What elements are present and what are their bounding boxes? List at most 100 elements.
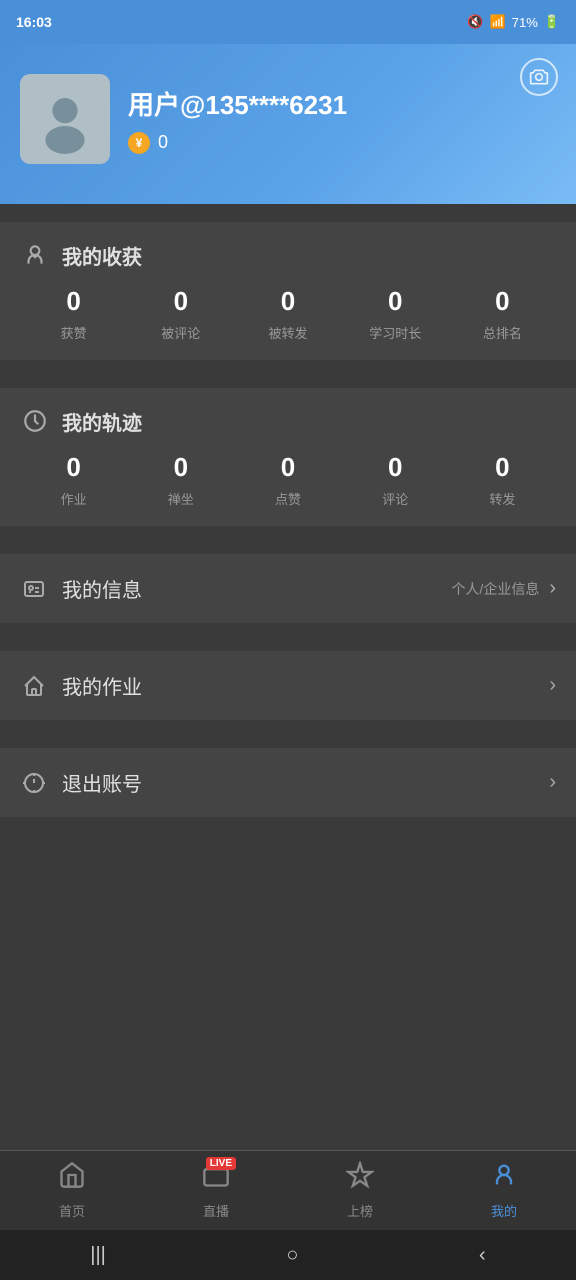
trail-homework: 0 作业: [20, 452, 127, 508]
stat-comments-value: 0: [127, 286, 234, 317]
my-info-card[interactable]: 我的信息 个人/企业信息 ›: [0, 554, 576, 623]
trail-meditation: 0 禅坐: [127, 452, 234, 508]
bottom-nav: 首页 LIVE 直播 上榜: [0, 1150, 576, 1230]
section-title-row-trail: 我的轨迹: [20, 406, 556, 436]
nav-item-home[interactable]: 首页: [0, 1153, 144, 1228]
nav-item-live[interactable]: LIVE 直播: [144, 1153, 288, 1228]
content-spacer: [0, 827, 576, 987]
logout-icon: [20, 769, 48, 797]
my-trail-title: 我的轨迹: [62, 407, 142, 436]
my-homework-chevron: ›: [549, 674, 556, 697]
my-info-item[interactable]: 我的信息 个人/企业信息 ›: [20, 574, 556, 603]
stat-comments-label: 被评论: [127, 323, 234, 342]
trail-meditation-label: 禅坐: [127, 489, 234, 508]
stat-rank: 0 总排名: [449, 286, 556, 342]
stat-rank-value: 0: [449, 286, 556, 317]
trail-meditation-value: 0: [127, 452, 234, 483]
trail-comments: 0 评论: [342, 452, 449, 508]
homework-icon: [20, 672, 48, 700]
avatar[interactable]: [20, 74, 110, 164]
my-trail-section: 我的轨迹 0 作业 0 禅坐 0 点赞 0 评论 0 转发: [0, 388, 576, 526]
my-info-right: 个人/企业信息 ›: [451, 577, 556, 600]
trail-likes-label: 点赞: [234, 489, 341, 508]
stat-reposts-value: 0: [234, 286, 341, 317]
trail-icon: [20, 406, 50, 436]
my-info-left: 我的信息: [20, 574, 142, 603]
gains-icon: [20, 240, 50, 270]
rank-icon: [346, 1165, 374, 1195]
mine-icon: [490, 1165, 518, 1195]
logout-item[interactable]: 退出账号 ›: [20, 768, 556, 797]
stat-rank-label: 总排名: [449, 323, 556, 342]
logout-left: 退出账号: [20, 768, 142, 797]
stat-likes-value: 0: [20, 286, 127, 317]
my-gains-section: 我的收获 0 获赞 0 被评论 0 被转发 0 学习时长 0 总排名: [0, 222, 576, 360]
stat-reposts-label: 被转发: [234, 323, 341, 342]
status-time: 16:03: [16, 14, 52, 30]
gains-stats-grid: 0 获赞 0 被评论 0 被转发 0 学习时长 0 总排名: [20, 286, 556, 342]
sys-menu-button[interactable]: |||: [90, 1244, 106, 1267]
profile-info: 用户@135****6231 ¥ 0: [128, 85, 556, 154]
stat-study-time: 0 学习时长: [342, 286, 449, 342]
camera-button[interactable]: [520, 58, 558, 96]
nav-item-rank[interactable]: 上榜: [288, 1153, 432, 1228]
my-homework-right: ›: [549, 674, 556, 697]
nav-rank-label: 上榜: [347, 1201, 373, 1220]
wifi-icon: 📶: [490, 14, 506, 30]
trail-stats-grid: 0 作业 0 禅坐 0 点赞 0 评论 0 转发: [20, 452, 556, 508]
stat-study-time-label: 学习时长: [342, 323, 449, 342]
trail-reposts-label: 转发: [449, 489, 556, 508]
logout-label: 退出账号: [62, 768, 142, 797]
stat-comments: 0 被评论: [127, 286, 234, 342]
battery-icon: 🔋: [544, 14, 560, 30]
profile-header: 用户@135****6231 ¥ 0: [0, 44, 576, 204]
my-homework-item[interactable]: 我的作业 ›: [20, 671, 556, 700]
divider-5: [0, 730, 576, 738]
divider-1: [0, 204, 576, 212]
stat-likes: 0 获赞: [20, 286, 127, 342]
divider-2: [0, 370, 576, 378]
battery-text: 71%: [512, 15, 538, 30]
my-info-label: 我的信息: [62, 574, 142, 603]
coin-icon: ¥: [128, 132, 150, 154]
live-badge: LIVE: [206, 1157, 236, 1170]
sys-home-button[interactable]: ○: [286, 1244, 298, 1267]
nav-item-mine[interactable]: 我的: [432, 1153, 576, 1228]
info-icon: [20, 575, 48, 603]
nav-live-label: 直播: [203, 1201, 229, 1220]
my-gains-title: 我的收获: [62, 241, 142, 270]
nav-home-label: 首页: [59, 1201, 85, 1220]
status-right: 🔇 📶 71% 🔋: [467, 14, 560, 30]
coins-row: ¥ 0: [128, 132, 556, 154]
trail-reposts: 0 转发: [449, 452, 556, 508]
trail-comments-label: 评论: [342, 489, 449, 508]
trail-reposts-value: 0: [449, 452, 556, 483]
trail-homework-label: 作业: [20, 489, 127, 508]
divider-3: [0, 536, 576, 544]
status-bar: 16:03 🔇 📶 71% 🔋: [0, 0, 576, 44]
stat-reposts: 0 被转发: [234, 286, 341, 342]
stat-study-time-value: 0: [342, 286, 449, 317]
logout-right: ›: [549, 771, 556, 794]
mute-icon: 🔇: [467, 14, 483, 30]
divider-4: [0, 633, 576, 641]
my-homework-left: 我的作业: [20, 671, 142, 700]
trail-homework-value: 0: [20, 452, 127, 483]
logout-card[interactable]: 退出账号 ›: [0, 748, 576, 817]
section-title-row-gains: 我的收获: [20, 240, 556, 270]
username: 用户@135****6231: [128, 85, 556, 122]
stat-likes-label: 获赞: [20, 323, 127, 342]
my-info-chevron: ›: [549, 577, 556, 600]
sys-back-button[interactable]: ‹: [479, 1244, 486, 1267]
trail-comments-value: 0: [342, 452, 449, 483]
logout-chevron: ›: [549, 771, 556, 794]
profile-row: 用户@135****6231 ¥ 0: [20, 74, 556, 164]
system-nav: ||| ○ ‹: [0, 1230, 576, 1280]
home-icon: [58, 1165, 86, 1195]
nav-mine-label: 我的: [491, 1201, 517, 1220]
coins-value: 0: [158, 132, 168, 153]
my-homework-label: 我的作业: [62, 671, 142, 700]
trail-likes-value: 0: [234, 452, 341, 483]
my-info-right-text: 个人/企业信息: [451, 579, 539, 599]
my-homework-card[interactable]: 我的作业 ›: [0, 651, 576, 720]
